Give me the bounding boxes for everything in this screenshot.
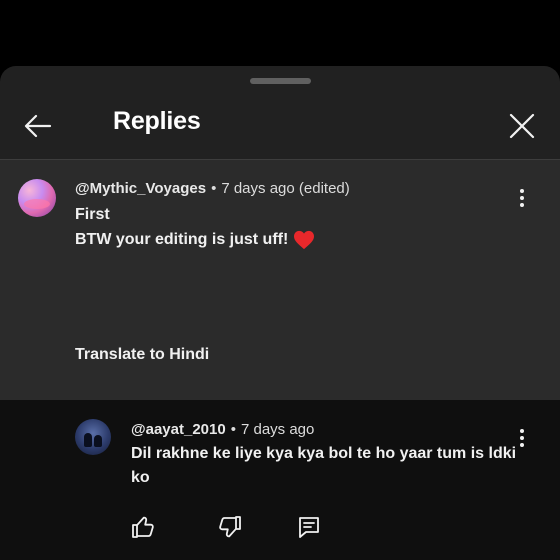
reply-icon: [299, 517, 319, 538]
reply-meta: @aayat_2010 • 7 days ago: [131, 421, 314, 438]
replies-sheet: Replies @Mythic_Voyages • 7 days ago (edit…: [0, 66, 560, 560]
close-icon: [509, 113, 535, 139]
avatar[interactable]: [18, 179, 56, 217]
reply-author[interactable]: @aayat_2010: [131, 421, 226, 438]
back-arrow-icon: [24, 114, 52, 138]
close-button[interactable]: [502, 106, 542, 146]
meta-separator: •: [211, 180, 217, 197]
replies-header: Replies: [0, 90, 560, 154]
comment-text-line1: First: [75, 206, 110, 223]
parent-comment: @Mythic_Voyages • 7 days ago (edited) Firs…: [0, 160, 560, 440]
drag-handle[interactable]: [250, 78, 311, 84]
comment-meta: @Mythic_Voyages • 7 days ago (edited): [75, 180, 350, 197]
reply-text-line2: ko: [131, 469, 150, 486]
reply-text-line1: Dil rakhne ke liye kya kya bol te ho yaa…: [131, 445, 517, 462]
translate-link[interactable]: Translate to Hindi: [75, 343, 209, 367]
comment-text-line2-body: BTW your editing is just uff!: [75, 231, 289, 248]
more-vert-icon: [520, 189, 524, 193]
reply-comment: @aayat_2010 • 7 days ago Dil rakhne ke liy…: [0, 400, 560, 560]
comment-text-line2: BTW your editing is just uff!: [75, 228, 315, 252]
back-button[interactable]: [18, 106, 58, 146]
avatar[interactable]: [75, 419, 111, 455]
reply-reply-button[interactable]: [297, 515, 321, 539]
heart-emoji-icon: [294, 230, 315, 250]
page-title: Replies: [113, 107, 201, 135]
reply-like-button[interactable]: [131, 515, 155, 539]
comment-more-button[interactable]: [512, 184, 532, 212]
reply-timestamp: 7 days ago: [240, 421, 315, 438]
comment-timestamp: 7 days ago (edited): [221, 180, 350, 197]
thumbs-down-icon: [219, 516, 241, 538]
comment-author[interactable]: @Mythic_Voyages: [75, 180, 206, 197]
thumbs-up-icon: [132, 516, 154, 538]
meta-separator: •: [230, 421, 236, 438]
more-vert-icon: [520, 429, 524, 433]
reply-dislike-button[interactable]: [218, 515, 242, 539]
